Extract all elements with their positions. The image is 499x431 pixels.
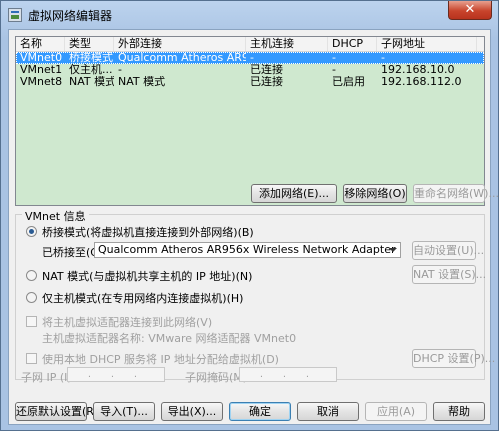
cancel-button[interactable]: 取消 — [297, 402, 359, 421]
use-dhcp-checkbox[interactable] — [26, 353, 37, 364]
network-list[interactable]: 名称 类型 外部连接 主机连接 DHCP 子网地址 VMnet0 桥接模式 Qu… — [15, 36, 485, 206]
cell-name: VMnet8 — [20, 76, 63, 88]
subnet-mask-field[interactable]: ... — [239, 367, 337, 382]
table-row[interactable]: VMnet0 桥接模式 Qualcomm Atheros AR956x ... … — [16, 52, 484, 64]
nat-settings-button[interactable]: NAT 设置(S)... — [412, 265, 486, 284]
host-adapter-name-label: 主机虚拟适配器名称: VMware 网络适配器 VMnet0 — [42, 332, 297, 345]
cell-dhcp: 已启用 — [332, 76, 365, 88]
import-button[interactable]: 导入(T)... — [93, 402, 155, 421]
cell-external: - — [118, 64, 122, 76]
dhcp-settings-button[interactable]: DHCP 设置(P)... — [412, 349, 495, 368]
ok-button[interactable]: 确定 — [229, 402, 291, 421]
chevron-down-icon — [389, 248, 397, 252]
apply-button[interactable]: 应用(A) — [365, 402, 427, 421]
bridged-adapter-select[interactable]: Qualcomm Atheros AR956x Wireless Network… — [94, 242, 401, 258]
cell-name: VMnet0 — [20, 52, 63, 64]
network-editor-icon — [8, 8, 22, 22]
cell-subnet: - — [381, 52, 385, 64]
add-network-button[interactable]: 添加网络(E)... — [251, 184, 337, 203]
cell-host: - — [250, 52, 254, 64]
column-header-subnet[interactable]: 子网地址 — [377, 37, 477, 51]
subnet-ip-field[interactable]: ... — [67, 367, 165, 382]
cell-type: NAT 模式 — [69, 76, 114, 88]
help-button[interactable]: 帮助 — [433, 402, 485, 421]
table-row[interactable]: VMnet1 仅主机... - 已连接 - 192.168.10.0 — [16, 64, 484, 76]
cell-host: 已连接 — [250, 64, 283, 76]
network-list-header: 名称 类型 外部连接 主机连接 DHCP 子网地址 — [16, 37, 484, 52]
restore-defaults-button[interactable]: 还原默认设置(R) — [15, 402, 98, 421]
column-header-type[interactable]: 类型 — [65, 37, 114, 51]
remove-network-button[interactable]: 移除网络(O) — [343, 184, 407, 203]
nat-mode-label[interactable]: NAT 模式(与虚拟机共享主机的 IP 地址)(N) — [42, 268, 252, 284]
cell-external: Qualcomm Atheros AR956x ... — [118, 52, 246, 64]
export-button[interactable]: 导出(X)... — [161, 402, 223, 421]
cell-type: 仅主机... — [69, 64, 113, 76]
rename-network-button[interactable]: 重命名网络(W)... — [413, 184, 499, 203]
cell-dhcp: - — [332, 64, 336, 76]
vmnet-info-legend: VMnet 信息 — [22, 208, 89, 224]
column-header-external[interactable]: 外部连接 — [114, 37, 246, 51]
auto-settings-button[interactable]: 自动设置(U)... — [412, 241, 484, 260]
table-row[interactable]: VMnet8 NAT 模式 NAT 模式 已连接 已启用 192.168.112… — [16, 76, 484, 88]
bridged-mode-radio[interactable] — [26, 226, 37, 237]
bridged-adapter-value: Qualcomm Atheros AR956x Wireless Network… — [98, 243, 396, 256]
use-dhcp-label[interactable]: 使用本地 DHCP 服务将 IP 地址分配给虚拟机(D) — [42, 351, 279, 367]
cell-host: 已连接 — [250, 76, 283, 88]
host-only-mode-label[interactable]: 仅主机模式(在专用网络内连接虚拟机)(H) — [42, 290, 243, 306]
nat-mode-radio[interactable] — [26, 270, 37, 281]
virtual-network-editor-window: 虚拟网络编辑器 ✕ 名称 类型 外部连接 主机连接 DHCP 子网地址 VMne… — [0, 0, 499, 431]
cell-external: NAT 模式 — [118, 76, 166, 88]
column-header-name[interactable]: 名称 — [16, 37, 65, 51]
cell-subnet: 192.168.112.0 — [381, 76, 462, 88]
host-only-mode-radio[interactable] — [26, 292, 37, 303]
close-button[interactable]: ✕ — [448, 1, 492, 20]
window-title: 虚拟网络编辑器 — [28, 9, 113, 23]
cell-dhcp: - — [332, 52, 336, 64]
cell-name: VMnet1 — [20, 64, 63, 76]
bridged-mode-label[interactable]: 桥接模式(将虚拟机直接连接到外部网络)(B) — [42, 224, 254, 240]
connect-host-adapter-checkbox[interactable] — [26, 316, 37, 327]
dialog-body: 名称 类型 外部连接 主机连接 DHCP 子网地址 VMnet0 桥接模式 Qu… — [8, 29, 499, 425]
cell-subnet: 192.168.10.0 — [381, 64, 455, 76]
vmnet-info-group: VMnet 信息 桥接模式(将虚拟机直接连接到外部网络)(B) 已桥接至(G):… — [15, 208, 495, 380]
column-header-dhcp[interactable]: DHCP — [328, 37, 377, 51]
title-bar[interactable]: 虚拟网络编辑器 ✕ — [1, 1, 498, 29]
column-header-host[interactable]: 主机连接 — [246, 37, 328, 51]
cell-type: 桥接模式 — [69, 52, 113, 64]
connect-host-adapter-label[interactable]: 将主机虚拟适配器连接到此网络(V) — [42, 314, 212, 330]
